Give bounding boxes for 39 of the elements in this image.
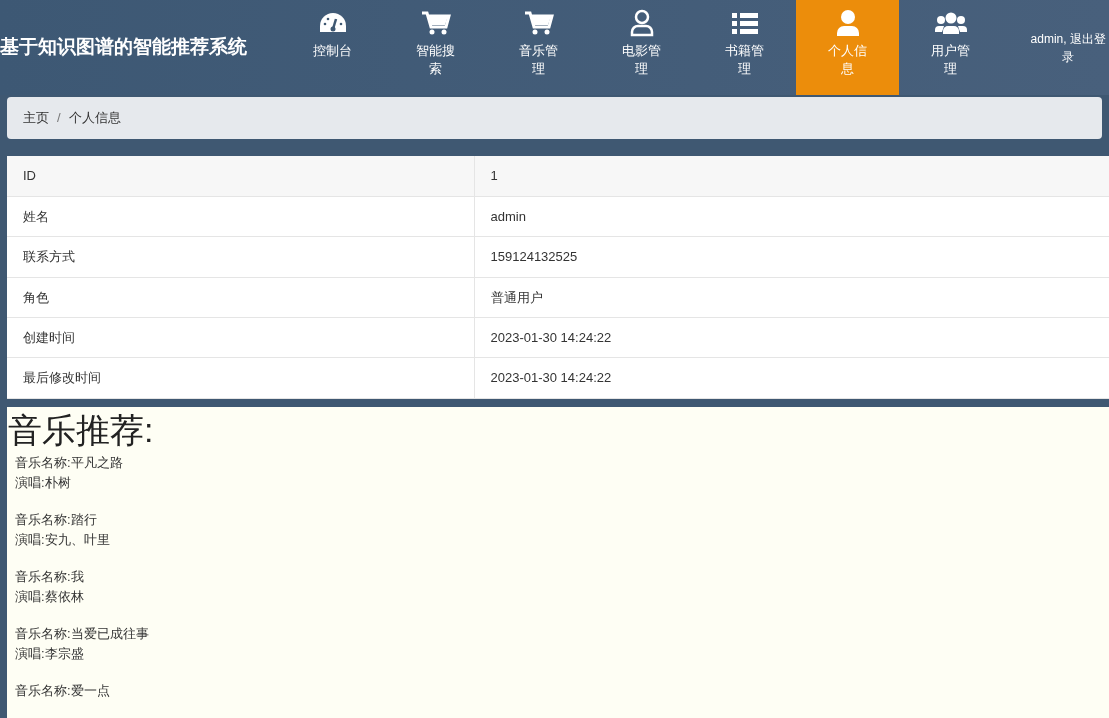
breadcrumb-item[interactable]: 主页 bbox=[23, 108, 49, 128]
nav-tab[interactable]: 电影管理 bbox=[590, 0, 694, 95]
cart-icon bbox=[420, 10, 451, 36]
song-title: 音乐名称:踏行 bbox=[15, 510, 97, 529]
field-label: 最后修改时间 bbox=[7, 357, 474, 399]
nav-tab[interactable]: 控制台 bbox=[281, 0, 385, 95]
nav-tab[interactable]: 音乐管理 bbox=[487, 0, 591, 95]
field-label: 角色 bbox=[7, 277, 474, 318]
field-value: admin bbox=[474, 196, 1109, 237]
nav-tab[interactable]: 书籍管理 bbox=[693, 0, 797, 95]
song-title: 音乐名称:当爱已成往事 bbox=[15, 624, 149, 643]
song-singer: 演唱:蔡依林 bbox=[15, 587, 84, 606]
cart-icon bbox=[523, 10, 554, 36]
user-icon bbox=[834, 9, 861, 37]
list-icon bbox=[730, 11, 759, 35]
field-value: 159124132525 bbox=[474, 236, 1109, 278]
song-singer: 演唱:安九、叶里 bbox=[15, 530, 110, 549]
field-label: 姓名 bbox=[7, 196, 474, 237]
field-value: 普通用户 bbox=[474, 277, 1109, 318]
field-label: 创建时间 bbox=[7, 317, 474, 358]
breadcrumb-separator: / bbox=[57, 109, 61, 128]
users-icon bbox=[933, 11, 968, 35]
song-singer: 演唱:朴树 bbox=[15, 473, 71, 492]
field-label: 联系方式 bbox=[7, 236, 474, 278]
song-title: 音乐名称:爱一点 bbox=[15, 681, 110, 700]
user-logout-link[interactable]: admin, 退出登录 bbox=[1027, 29, 1109, 66]
song-title: 音乐名称:平凡之路 bbox=[15, 453, 123, 472]
song-title: 音乐名称:我 bbox=[15, 567, 84, 586]
nav-tab[interactable]: 用户管理 bbox=[899, 0, 1003, 95]
section-heading: 音乐推荐: bbox=[8, 409, 155, 451]
song-singer: 演唱:李宗盛 bbox=[15, 644, 84, 663]
field-value: 2023-01-30 14:24:22 bbox=[474, 317, 1109, 358]
breadcrumb-item: 个人信息 bbox=[68, 109, 121, 128]
site-title: 基于知识图谱的智能推荐系统 bbox=[0, 35, 248, 60]
nav-tab[interactable]: 智能搜索 bbox=[384, 0, 488, 95]
field-label: ID bbox=[7, 156, 474, 197]
user-icon bbox=[628, 9, 655, 37]
field-value: 2023-01-30 14:24:22 bbox=[474, 357, 1109, 399]
gauge-icon bbox=[317, 11, 348, 35]
